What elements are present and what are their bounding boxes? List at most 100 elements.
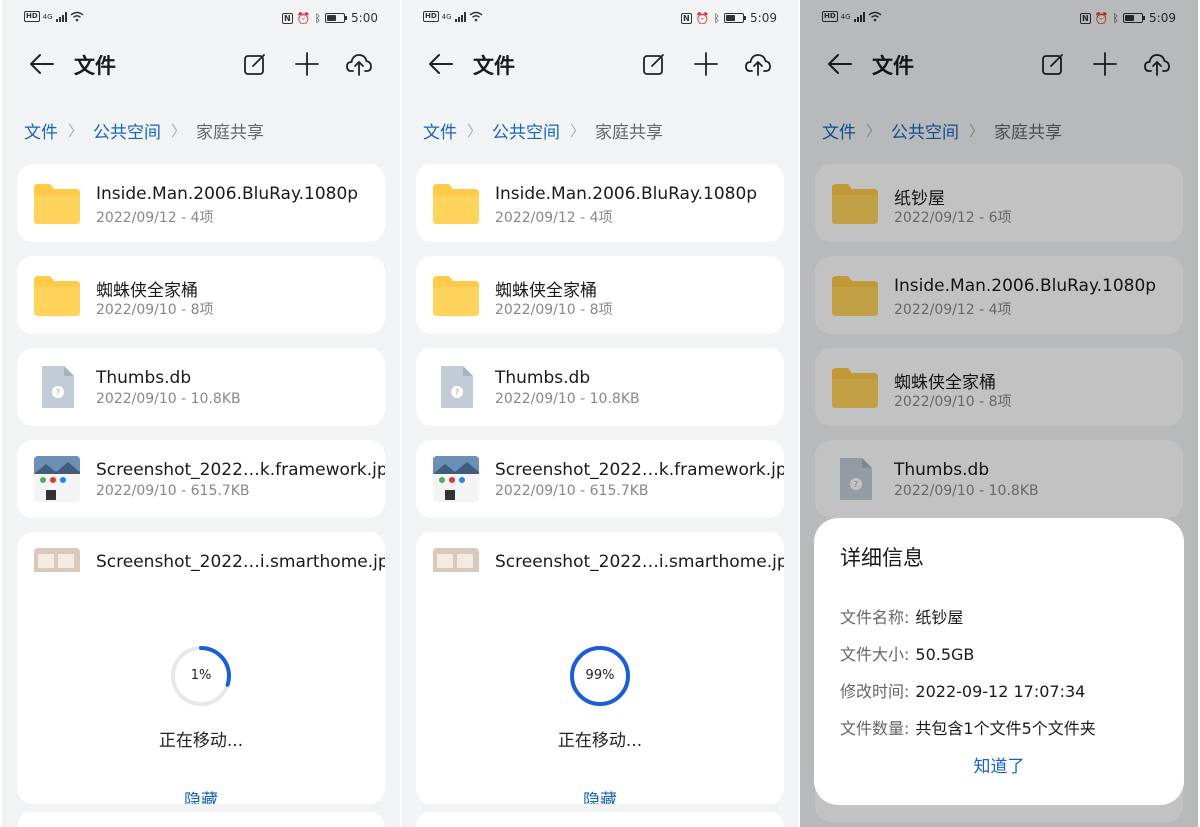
wifi-icon bbox=[469, 11, 483, 22]
status-bar: HD 4G N ⏰ ᛒ 5:09 bbox=[401, 0, 799, 36]
plus-icon[interactable] bbox=[294, 51, 320, 77]
screen-moving-start: HD 4G N ⏰ ᛒ 5:00 文件 文件 〉 公共空间 〉 家庭共享 Ins… bbox=[2, 0, 400, 827]
status-bar: HD 4G N ⏰ ᛒ 5:00 bbox=[2, 0, 400, 36]
hd-badge: HD bbox=[822, 11, 838, 22]
file-name: 蜘蛛侠全家桶 bbox=[495, 281, 597, 301]
plus-icon[interactable] bbox=[1092, 51, 1118, 77]
list-item[interactable]: 蜘蛛侠全家桶 2022/09/10 - 8项 bbox=[17, 256, 385, 334]
file-meta: 2022/09/10 - 8项 bbox=[495, 302, 613, 318]
list-item[interactable]: Inside.Man.2006.BluRay.1080p 2022/09/12 … bbox=[416, 164, 784, 242]
moving-status: 正在移动... bbox=[158, 731, 244, 751]
hide-button[interactable]: 隐藏 bbox=[550, 786, 650, 804]
file-name: Screenshot_2022…i.smarthome.jpg bbox=[495, 552, 784, 572]
moving-status: 正在移动... bbox=[557, 731, 643, 751]
chevron-right-icon: 〉 bbox=[68, 122, 84, 140]
svg-text:?: ? bbox=[854, 480, 858, 489]
hide-button[interactable]: 隐藏 bbox=[151, 786, 251, 804]
file-name: Inside.Man.2006.BluRay.1080p bbox=[495, 184, 758, 204]
unknown-file-icon: ? bbox=[34, 366, 80, 408]
back-arrow-icon[interactable] bbox=[826, 52, 854, 76]
list-item[interactable]: Screenshot_2022…k.framework.jpg 2022/09/… bbox=[416, 440, 784, 518]
list-item[interactable] bbox=[416, 812, 784, 827]
hd-badge: HD bbox=[24, 11, 40, 22]
wifi-icon bbox=[868, 11, 882, 22]
list-item[interactable]: 蜘蛛侠全家桶 2022/09/10 - 8项 bbox=[815, 348, 1183, 426]
toolbar: 文件 bbox=[401, 44, 799, 84]
list-item[interactable]: 纸钞屋 2022/09/12 - 6项 bbox=[815, 164, 1183, 242]
list-item[interactable]: Screenshot_2022…k.framework.jpg 2022/09/… bbox=[17, 440, 385, 518]
folder-icon bbox=[433, 182, 479, 224]
svg-text:?: ? bbox=[56, 388, 60, 397]
file-name: 蜘蛛侠全家桶 bbox=[894, 373, 996, 393]
status-right: N ⏰ ᛒ 5:00 bbox=[282, 11, 378, 25]
cloud-upload-icon[interactable] bbox=[1144, 51, 1170, 77]
breadcrumb-files[interactable]: 文件 bbox=[24, 118, 58, 143]
breadcrumb: 文件 〉 公共空间 〉 家庭共享 bbox=[24, 118, 264, 143]
detail-label: 修改时间: bbox=[840, 682, 910, 701]
breadcrumb: 文件 〉 公共空间 〉 家庭共享 bbox=[423, 118, 663, 143]
file-meta: 2022/09/10 - 615.7KB bbox=[495, 483, 649, 499]
unknown-file-icon: ? bbox=[832, 458, 878, 500]
breadcrumb-public-space[interactable]: 公共空间 bbox=[492, 118, 560, 143]
breadcrumb-files[interactable]: 文件 bbox=[423, 118, 457, 143]
progress-percent: 99% bbox=[585, 668, 615, 683]
progress-body: 99% 正在移动... 隐藏 bbox=[416, 572, 784, 804]
unknown-file-icon: ? bbox=[433, 366, 479, 408]
detail-value: 共包含1个文件5个文件夹 bbox=[915, 719, 1096, 738]
cloud-upload-icon[interactable] bbox=[346, 51, 372, 77]
file-meta: 2022/09/10 - 10.8KB bbox=[495, 391, 640, 407]
folder-icon bbox=[34, 274, 80, 316]
back-arrow-icon[interactable] bbox=[427, 52, 455, 76]
details-dialog: 详细信息 文件名称: 纸钞屋 文件大小: 50.5GB 修改时间: 2022-09-1… bbox=[814, 518, 1184, 805]
breadcrumb-public-space[interactable]: 公共空间 bbox=[93, 118, 161, 143]
file-meta: 2022/09/12 - 4项 bbox=[96, 210, 214, 226]
detail-label: 文件数量: bbox=[840, 719, 910, 738]
list-item[interactable]: 蜘蛛侠全家桶 2022/09/10 - 8项 bbox=[416, 256, 784, 334]
wifi-icon bbox=[70, 11, 84, 22]
breadcrumb-public-space[interactable]: 公共空间 bbox=[891, 118, 959, 143]
back-arrow-icon[interactable] bbox=[28, 52, 56, 76]
clock: 5:09 bbox=[750, 11, 777, 25]
list-item[interactable]: ? Thumbs.db 2022/09/10 - 10.8KB bbox=[416, 348, 784, 426]
ok-button[interactable]: 知道了 bbox=[949, 752, 1049, 777]
plus-icon[interactable] bbox=[693, 51, 719, 77]
file-meta: 2022/09/10 - 8项 bbox=[96, 302, 214, 318]
detail-label: 文件名称: bbox=[840, 608, 910, 627]
file-name: 纸钞屋 bbox=[894, 189, 945, 209]
list-item[interactable]: ? Thumbs.db 2022/09/10 - 10.8KB bbox=[17, 348, 385, 426]
file-meta: 2022/09/12 - 4项 bbox=[495, 210, 613, 226]
vibrate-icon: ⏰ bbox=[695, 11, 710, 25]
toolbar: 文件 bbox=[2, 44, 400, 84]
toolbar: 文件 bbox=[800, 44, 1198, 84]
detail-row-modified: 修改时间: 2022-09-12 17:07:34 bbox=[840, 678, 1085, 702]
chevron-right-icon: 〉 bbox=[570, 122, 586, 140]
folder-icon bbox=[832, 366, 878, 408]
chevron-right-icon: 〉 bbox=[171, 122, 187, 140]
bluetooth-icon: ᛒ bbox=[314, 11, 322, 25]
dialog-title: 详细信息 bbox=[840, 546, 924, 570]
new-note-icon[interactable] bbox=[1040, 51, 1066, 77]
move-progress-panel: Screenshot_2022…i.smarthome.jpg 99% 正在移动… bbox=[416, 532, 784, 804]
folder-icon bbox=[832, 274, 878, 316]
file-name: Inside.Man.2006.BluRay.1080p bbox=[894, 276, 1157, 296]
breadcrumb-files[interactable]: 文件 bbox=[822, 118, 856, 143]
status-right: N ⏰ ᛒ 5:09 bbox=[681, 11, 777, 25]
list-item[interactable]: Inside.Man.2006.BluRay.1080p 2022/09/12 … bbox=[17, 164, 385, 242]
network-type: 4G bbox=[441, 12, 452, 21]
cloud-upload-icon[interactable] bbox=[745, 51, 771, 77]
breadcrumb-family-share: 家庭共享 bbox=[196, 123, 265, 143]
new-note-icon[interactable] bbox=[242, 51, 268, 77]
folder-icon bbox=[34, 182, 80, 224]
move-progress-panel: Screenshot_2022…i.smarthome.jpg 1% 正在移动.… bbox=[17, 532, 385, 804]
file-meta: 2022/09/10 - 10.8KB bbox=[96, 391, 241, 407]
list-item[interactable]: Inside.Man.2006.BluRay.1080p 2022/09/12 … bbox=[815, 256, 1183, 334]
clock: 5:09 bbox=[1149, 11, 1176, 25]
new-note-icon[interactable] bbox=[641, 51, 667, 77]
list-item[interactable]: ? Thumbs.db 2022/09/10 - 10.8KB bbox=[815, 440, 1183, 518]
breadcrumb: 文件 〉 公共空间 〉 家庭共享 bbox=[822, 118, 1062, 143]
network-type: 4G bbox=[840, 12, 851, 21]
chevron-right-icon: 〉 bbox=[969, 122, 985, 140]
list-item[interactable] bbox=[17, 812, 385, 827]
file-meta: 2022/09/10 - 10.8KB bbox=[894, 483, 1039, 499]
file-meta: 2022/09/12 - 6项 bbox=[894, 210, 1012, 226]
